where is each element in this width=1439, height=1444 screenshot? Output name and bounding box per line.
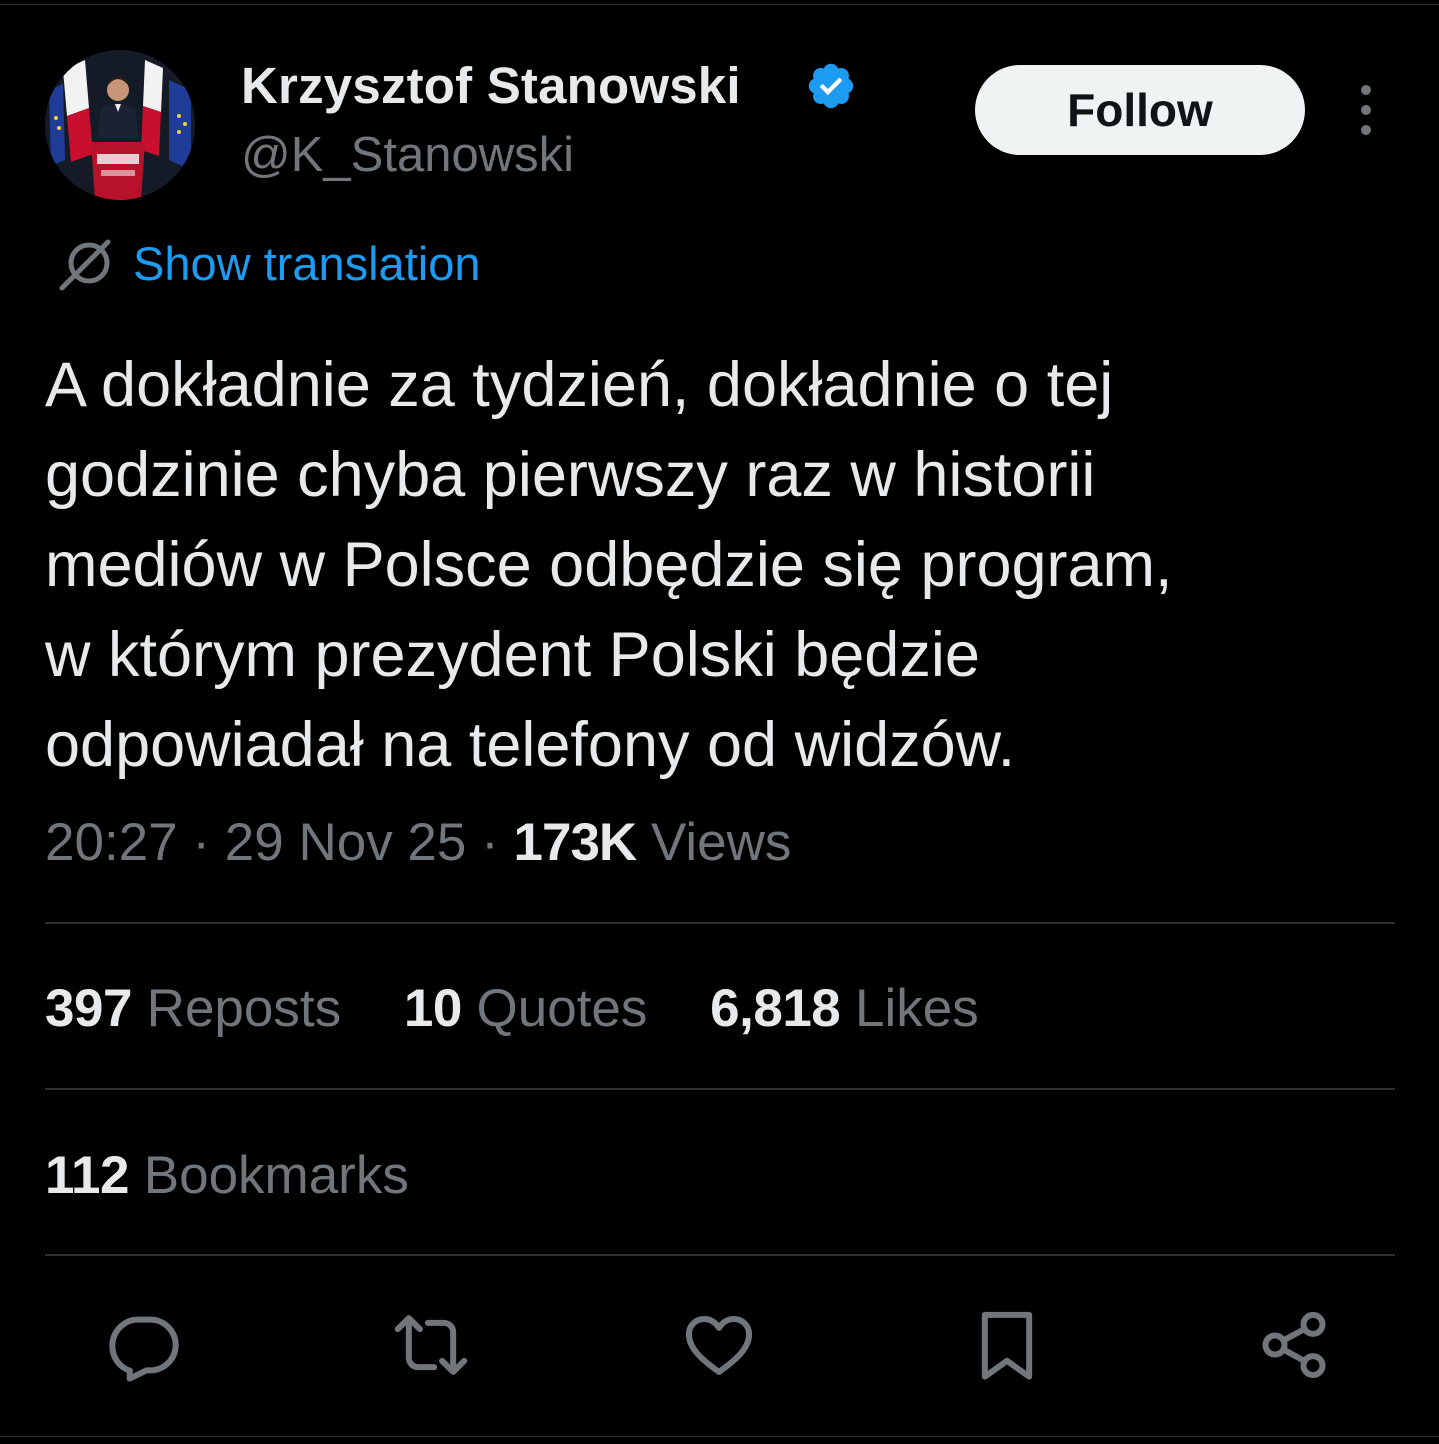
translate-icon: [59, 239, 111, 291]
verified-badge-icon: [808, 63, 854, 109]
bookmark-button[interactable]: [967, 1305, 1047, 1385]
bookmarks-count: 112: [45, 1146, 130, 1205]
likes-label: Likes: [855, 979, 979, 1038]
divider: [45, 1254, 1395, 1256]
divider: [45, 1088, 1395, 1090]
share-icon: [1262, 1311, 1326, 1379]
avatar[interactable]: [45, 50, 195, 200]
quotes-count: 10: [403, 979, 462, 1038]
reposts-label: Reposts: [146, 979, 342, 1038]
like-icon: [685, 1316, 753, 1375]
meta-separator: ·: [192, 813, 211, 872]
retweet-button[interactable]: [391, 1305, 471, 1385]
quotes-stat[interactable]: 10 Quotes: [404, 978, 648, 1039]
author-name[interactable]: Krzysztof Stanowski: [241, 56, 741, 115]
quotes-label: Quotes: [476, 979, 648, 1038]
retweet-icon: [394, 1315, 468, 1375]
top-border: [0, 4, 1439, 5]
tweet-time[interactable]: 20:27: [45, 813, 178, 872]
divider: [45, 922, 1395, 924]
tweet-meta: 20:27 · 29 Nov 25 · 173K Views: [45, 812, 791, 873]
bookmark-icon: [981, 1311, 1033, 1380]
like-button[interactable]: [679, 1305, 759, 1385]
reply-icon: [109, 1316, 179, 1382]
likes-count: 6,818: [710, 979, 841, 1038]
avatar-image: [45, 50, 195, 200]
engagement-stats: 397 Reposts 10 Quotes 6,818 Likes: [45, 978, 1027, 1039]
show-translation-link[interactable]: Show translation: [133, 236, 480, 291]
bookmarks-label: Bookmarks: [143, 1146, 409, 1205]
tweet-text: A dokładnie za tydzień, dokładnie o tej …: [45, 350, 1173, 780]
share-button[interactable]: [1254, 1305, 1334, 1385]
reposts-count: 397: [45, 979, 132, 1038]
views-label: Views: [650, 813, 792, 872]
author-handle[interactable]: @K_Stanowski: [241, 127, 574, 183]
tweet-date[interactable]: 29 Nov 25: [225, 813, 467, 872]
meta-separator: ·: [481, 813, 499, 872]
follow-button[interactable]: Follow: [975, 65, 1305, 155]
likes-stat[interactable]: 6,818 Likes: [710, 978, 979, 1039]
views-count: 173K: [513, 813, 638, 872]
more-vertical-icon[interactable]: [1346, 82, 1386, 138]
bottom-border: [0, 1436, 1439, 1437]
reposts-stat[interactable]: 397 Reposts: [45, 978, 341, 1039]
bookmarks-stat[interactable]: 112 Bookmarks: [45, 1145, 409, 1206]
reply-button[interactable]: [104, 1305, 184, 1385]
